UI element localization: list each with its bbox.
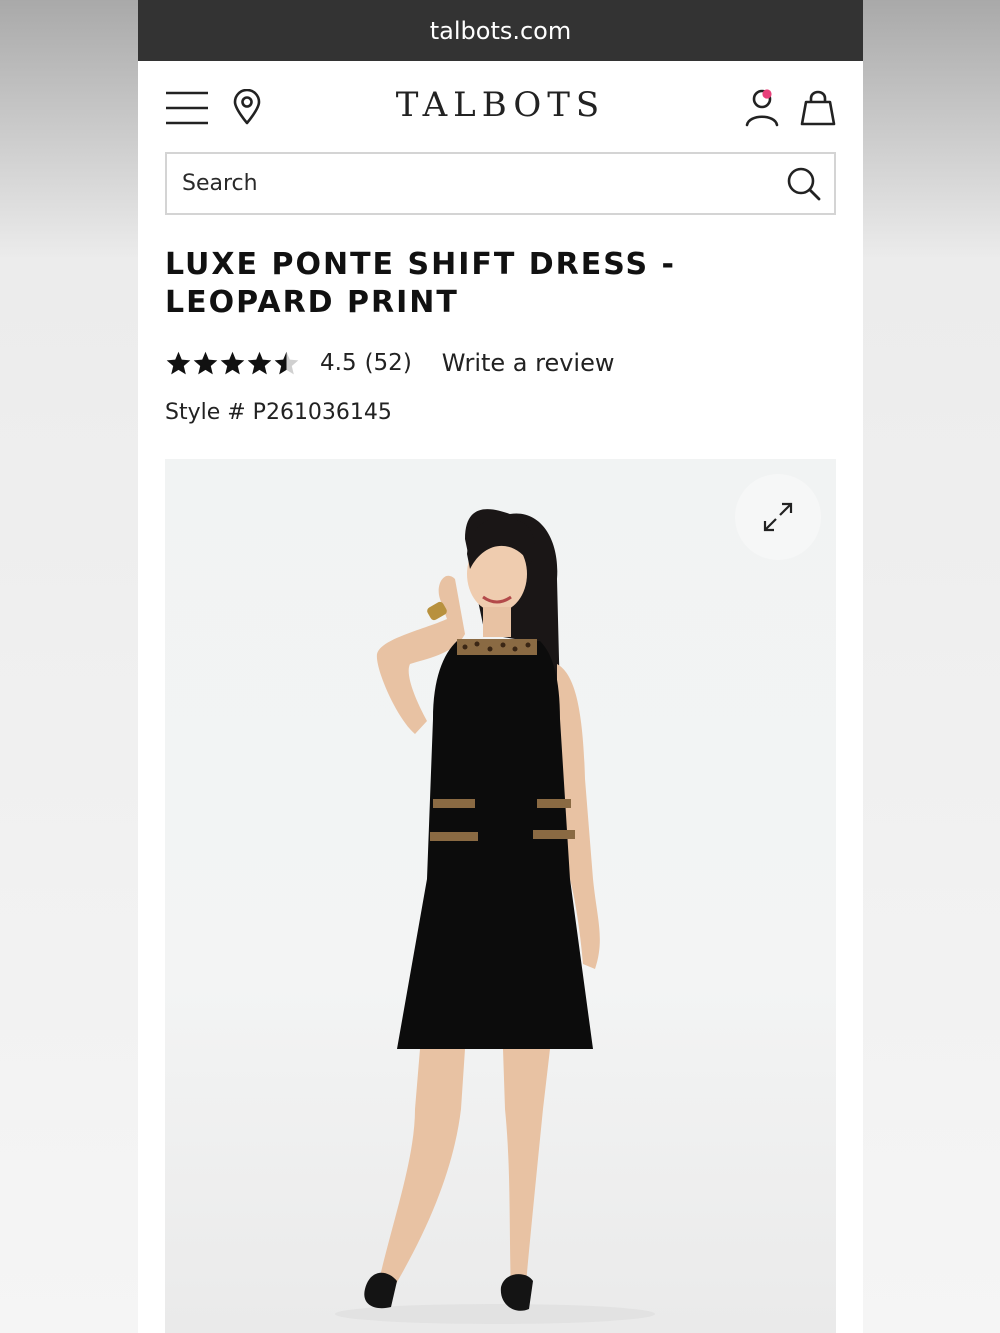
shopping-bag-icon[interactable] xyxy=(798,89,838,127)
search-bar xyxy=(165,152,836,215)
expand-icon xyxy=(763,502,793,532)
rating-row: 4.5 (52) Write a review xyxy=(165,344,615,382)
star-rating[interactable] xyxy=(165,350,300,377)
star-full-icon xyxy=(193,351,218,374)
account-icon[interactable] xyxy=(744,88,784,128)
product-title: LUXE PONTE SHIFT DRESS - LEOPARD PRINT xyxy=(165,247,677,320)
search-input[interactable] xyxy=(167,154,767,213)
star-full-icon xyxy=(247,351,272,374)
expand-image-button[interactable] xyxy=(735,474,821,560)
rating-value: 4.5 xyxy=(320,350,357,376)
mobile-page: talbots.com TALBOTS Search LUXE PONTE SH… xyxy=(138,0,863,1333)
style-number: Style # P261036145 xyxy=(165,400,392,425)
star-half-icon xyxy=(274,351,299,374)
background-left xyxy=(0,0,138,1333)
star-full-icon xyxy=(220,351,245,374)
search-icon[interactable] xyxy=(786,166,822,202)
browser-url-bar[interactable]: talbots.com xyxy=(138,0,863,61)
write-review-link[interactable]: Write a review xyxy=(442,349,615,377)
star-full-icon xyxy=(166,351,191,374)
review-count: (52) xyxy=(364,350,412,376)
product-image[interactable] xyxy=(165,459,836,1333)
model-photo xyxy=(335,509,655,1324)
site-header: TALBOTS xyxy=(138,61,863,151)
url-text: talbots.com xyxy=(429,16,572,45)
rating-summary[interactable]: 4.5 (52) xyxy=(320,350,412,376)
background-right xyxy=(863,0,1000,1333)
